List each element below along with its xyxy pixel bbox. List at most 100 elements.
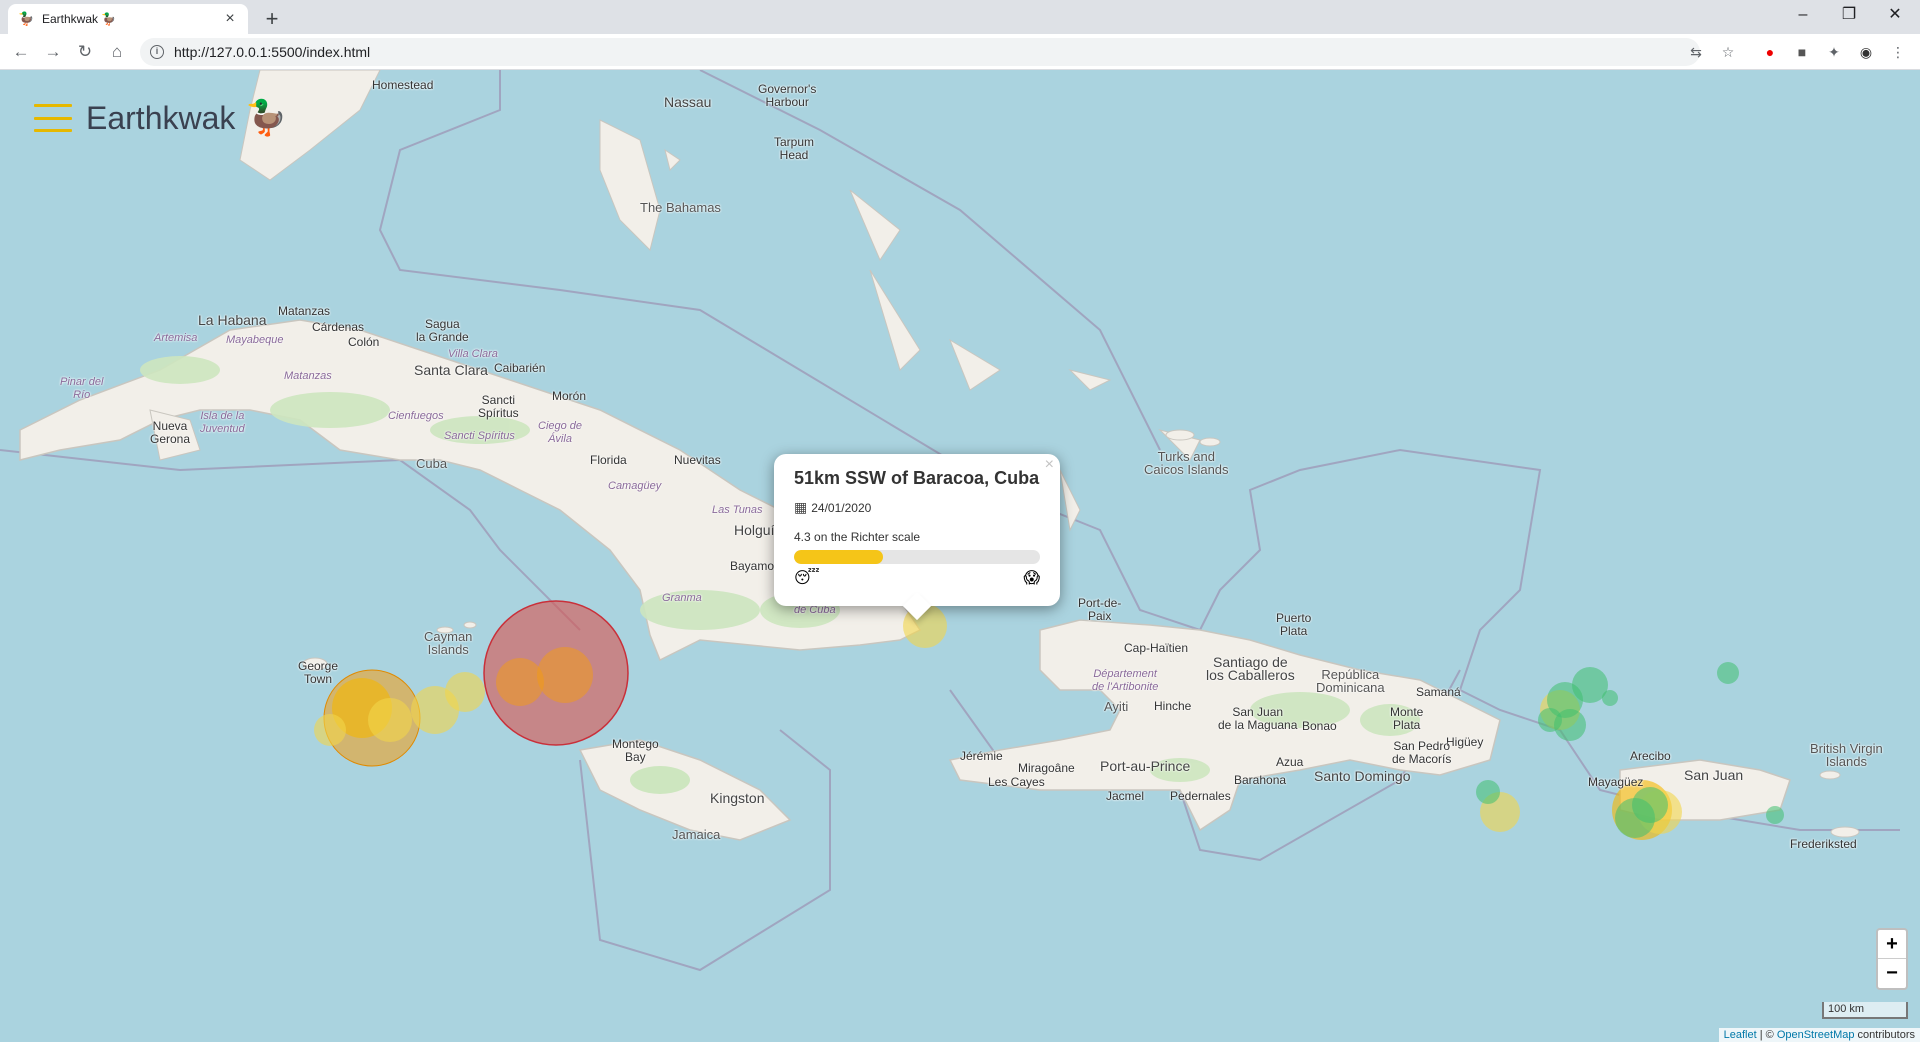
address-bar[interactable]: i http://127.0.0.1:5500/index.html bbox=[140, 38, 1700, 66]
bookmark-star-icon[interactable]: ☆ bbox=[1718, 42, 1738, 62]
magnitude-bar-fill bbox=[794, 550, 883, 564]
quake-marker bbox=[1766, 806, 1784, 824]
new-tab-button[interactable]: + bbox=[258, 5, 286, 33]
popup-date-value: 24/01/2020 bbox=[811, 500, 872, 515]
map-label: Las Tunas bbox=[712, 504, 763, 516]
map-label: Granma bbox=[662, 592, 702, 604]
map-label: Homestead bbox=[372, 78, 434, 92]
quake-marker bbox=[1554, 709, 1586, 741]
map-label: Santa Clara bbox=[414, 362, 488, 378]
map-label: Ayiti bbox=[1104, 699, 1129, 714]
map-label: Governor's Harbour bbox=[758, 82, 817, 109]
attribution-tail: contributors bbox=[1854, 1029, 1915, 1041]
map-label: Bonao bbox=[1302, 719, 1337, 733]
map-label: Isla de la Juventud bbox=[200, 410, 245, 435]
zoom-out-button[interactable]: − bbox=[1878, 959, 1906, 988]
opera-extension-icon[interactable]: ● bbox=[1760, 42, 1780, 62]
openstreetmap-link[interactable]: OpenStreetMap bbox=[1777, 1029, 1855, 1041]
map-label: Morón bbox=[552, 389, 587, 403]
map-label: Mayabeque bbox=[226, 334, 284, 346]
map-label: San Juan de la Maguana bbox=[1218, 705, 1298, 732]
map-label: La Habana bbox=[198, 312, 267, 328]
reload-icon[interactable]: ↻ bbox=[72, 39, 98, 65]
map-label: San Juan bbox=[1684, 767, 1744, 783]
map-scale-bar: 100 km bbox=[1822, 1002, 1908, 1019]
map-label: República Dominicana bbox=[1316, 667, 1385, 695]
map-label: Miragoâne bbox=[1018, 761, 1075, 775]
map-label: Cap-Haïtien bbox=[1124, 641, 1189, 655]
map-label: Nuevitas bbox=[674, 453, 721, 467]
map-label: Jamaica bbox=[672, 827, 721, 842]
map-label: Villa Clara bbox=[448, 348, 498, 360]
popup-date: ▦ 24/01/2020 bbox=[794, 499, 1040, 516]
close-window-button[interactable]: ✕ bbox=[1872, 0, 1918, 34]
map-label: Tarpum Head bbox=[774, 135, 815, 162]
map-label: Turks and Caicos Islands bbox=[1144, 449, 1229, 477]
quake-marker bbox=[445, 672, 485, 712]
map-label: Camagüey bbox=[608, 480, 662, 492]
map-label: Sagua la Grande bbox=[416, 317, 469, 344]
map-label: Les Cayes bbox=[988, 775, 1045, 789]
map-label: Nueva Gerona bbox=[150, 419, 191, 446]
minimize-button[interactable]: – bbox=[1780, 0, 1826, 34]
map-label: Cuba bbox=[416, 456, 448, 471]
hamburger-menu-icon[interactable] bbox=[34, 104, 72, 132]
menu-kebab-icon[interactable]: ⋮ bbox=[1888, 42, 1908, 62]
map-attribution: Leaflet | © OpenStreetMap contributors bbox=[1718, 1028, 1920, 1042]
map-label: San Pedro de Macorís bbox=[1392, 739, 1452, 766]
sleepy-face-icon: 😴 bbox=[794, 570, 820, 587]
map-label: Artemisa bbox=[154, 332, 198, 344]
quake-marker bbox=[496, 658, 544, 706]
zoom-control: + − bbox=[1876, 928, 1908, 990]
duck-favicon-icon: 🦆 bbox=[18, 11, 35, 26]
map-label: Pinar del Río bbox=[60, 376, 104, 401]
quake-marker bbox=[368, 698, 412, 742]
map-label: Samaná bbox=[1416, 685, 1461, 699]
quake-marker bbox=[537, 647, 593, 703]
map-label: Matanzas bbox=[278, 304, 331, 318]
back-arrow-icon[interactable]: ← bbox=[8, 39, 34, 65]
home-icon[interactable]: ⌂ bbox=[104, 39, 130, 65]
browser-tabbar: 🦆 Earthkwak 🦆 × + – ❐ ✕ bbox=[0, 0, 1920, 34]
map-label: Cayman Islands bbox=[424, 629, 473, 657]
map-label: Bayamo bbox=[730, 559, 775, 573]
map-canvas[interactable]: Homestead Nassau Governor's Harbour Tarp… bbox=[0, 70, 1920, 1042]
map-label: Kingston bbox=[710, 790, 765, 806]
facebook-extension-icon[interactable]: ■ bbox=[1792, 42, 1812, 62]
duck-logo-icon: 🦆 bbox=[245, 99, 288, 137]
map-label: Barahona bbox=[1234, 773, 1287, 787]
app-title: Earthkwak bbox=[86, 99, 236, 136]
earthquake-popup: × 51km SSW of Baracoa, Cuba ▦ 24/01/2020… bbox=[774, 454, 1060, 606]
map-label: Matanzas bbox=[284, 370, 332, 382]
map-label: Hinche bbox=[1154, 699, 1192, 713]
map-label: Jérémie bbox=[960, 749, 1003, 763]
popup-magnitude-text: 4.3 on the Richter scale bbox=[794, 530, 921, 544]
map-label: Florida bbox=[590, 453, 627, 467]
browser-toolbar: ← → ↻ ⌂ i http://127.0.0.1:5500/index.ht… bbox=[0, 34, 1920, 70]
attribution-separator: | © bbox=[1756, 1029, 1777, 1041]
map-label: Higüey bbox=[1446, 735, 1484, 749]
map-label: Frederiksted bbox=[1790, 837, 1857, 851]
extensions-puzzle-icon[interactable]: ✦ bbox=[1824, 42, 1844, 62]
map-label: Sancti Spíritus bbox=[444, 430, 515, 442]
map-label: Pedernales bbox=[1170, 789, 1231, 803]
zoom-in-button[interactable]: + bbox=[1878, 930, 1906, 959]
map-label: Ciego de Ávila bbox=[538, 420, 583, 445]
magnitude-bar bbox=[794, 550, 1040, 564]
popup-close-button[interactable]: × bbox=[1045, 456, 1054, 474]
map-label: Colón bbox=[348, 335, 380, 349]
map-label: Montego Bay bbox=[612, 737, 659, 764]
browser-tab[interactable]: 🦆 Earthkwak 🦆 × bbox=[8, 4, 248, 34]
map-label: British Virgin Islands bbox=[1810, 741, 1883, 769]
calendar-icon: ▦ bbox=[794, 499, 808, 515]
info-icon[interactable]: i bbox=[150, 45, 164, 59]
map-label: Puerto Plata bbox=[1276, 611, 1312, 638]
map-label: Nassau bbox=[664, 94, 712, 110]
map-label: Cárdenas bbox=[312, 320, 365, 334]
profile-avatar[interactable]: ◉ bbox=[1856, 42, 1876, 62]
leaflet-link[interactable]: Leaflet bbox=[1724, 1029, 1757, 1041]
restore-button[interactable]: ❐ bbox=[1826, 0, 1872, 34]
tab-close-icon[interactable]: × bbox=[222, 10, 238, 28]
forward-arrow-icon[interactable]: → bbox=[40, 39, 66, 65]
translate-icon[interactable]: ⇆ bbox=[1686, 42, 1706, 62]
